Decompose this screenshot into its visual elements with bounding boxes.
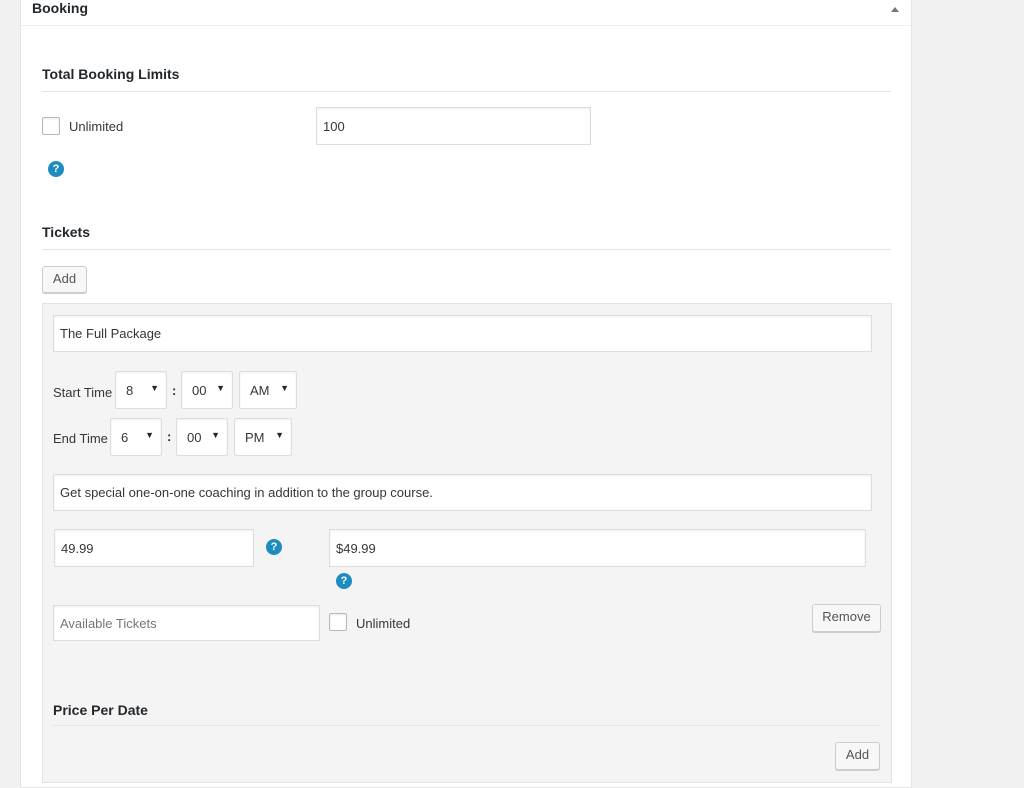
select-value: PM bbox=[245, 430, 265, 445]
time-separator: : bbox=[167, 429, 172, 444]
ticket-name-input[interactable] bbox=[53, 315, 872, 352]
total-booking-limits-title: Total Booking Limits bbox=[42, 66, 180, 82]
unlimited-tickets-checkbox[interactable] bbox=[329, 613, 347, 631]
question-circle-icon[interactable]: ? bbox=[48, 161, 64, 177]
caret-down-icon: ▼ bbox=[150, 383, 159, 393]
panel-header: Booking bbox=[21, 0, 911, 26]
select-value: AM bbox=[250, 383, 270, 398]
caret-down-icon: ▼ bbox=[275, 430, 284, 440]
price-per-date-title: Price Per Date bbox=[53, 702, 148, 718]
start-time-label: Start Time bbox=[53, 385, 113, 400]
ticket-price-label-input[interactable] bbox=[329, 529, 866, 567]
select-value: 6 bbox=[121, 430, 129, 445]
end-time-label: End Time bbox=[53, 431, 108, 446]
end-hour-select[interactable]: 6 ▼ bbox=[110, 418, 162, 456]
select-value: 00 bbox=[192, 383, 207, 398]
start-hour-select[interactable]: 8 ▼ bbox=[115, 371, 167, 409]
select-value: 8 bbox=[126, 383, 134, 398]
start-minute-select[interactable]: 00 ▼ bbox=[181, 371, 233, 409]
start-ampm-select[interactable]: AM ▼ bbox=[239, 371, 297, 409]
unlimited-tickets-label: Unlimited bbox=[356, 616, 411, 631]
available-tickets-input[interactable] bbox=[53, 605, 320, 641]
end-ampm-select[interactable]: PM ▼ bbox=[234, 418, 292, 456]
remove-ticket-button[interactable]: Remove bbox=[812, 604, 881, 632]
unlimited-limit-label: Unlimited bbox=[69, 119, 124, 134]
unlimited-limit-checkbox[interactable] bbox=[42, 117, 60, 135]
caret-down-icon: ▼ bbox=[145, 430, 154, 440]
caret-down-icon: ▼ bbox=[211, 430, 220, 440]
section-divider bbox=[42, 91, 891, 92]
time-separator: : bbox=[172, 383, 177, 398]
caret-down-icon: ▼ bbox=[216, 383, 225, 393]
add-ticket-button[interactable]: Add bbox=[42, 266, 87, 293]
booking-limit-input[interactable] bbox=[316, 107, 591, 145]
ticket-price-input[interactable] bbox=[54, 529, 254, 567]
caret-down-icon: ▼ bbox=[280, 383, 289, 393]
add-price-per-date-button[interactable]: Add bbox=[835, 742, 880, 770]
end-minute-select[interactable]: 00 ▼ bbox=[176, 418, 228, 456]
question-circle-icon[interactable]: ? bbox=[336, 573, 352, 589]
select-value: 00 bbox=[187, 430, 202, 445]
ticket-description-input[interactable] bbox=[53, 474, 872, 511]
section-divider bbox=[53, 725, 880, 726]
collapse-toggle-icon[interactable] bbox=[891, 7, 899, 12]
question-circle-icon[interactable]: ? bbox=[266, 539, 282, 555]
panel-title: Booking bbox=[32, 0, 88, 16]
section-divider bbox=[42, 249, 891, 250]
tickets-title: Tickets bbox=[42, 224, 90, 240]
